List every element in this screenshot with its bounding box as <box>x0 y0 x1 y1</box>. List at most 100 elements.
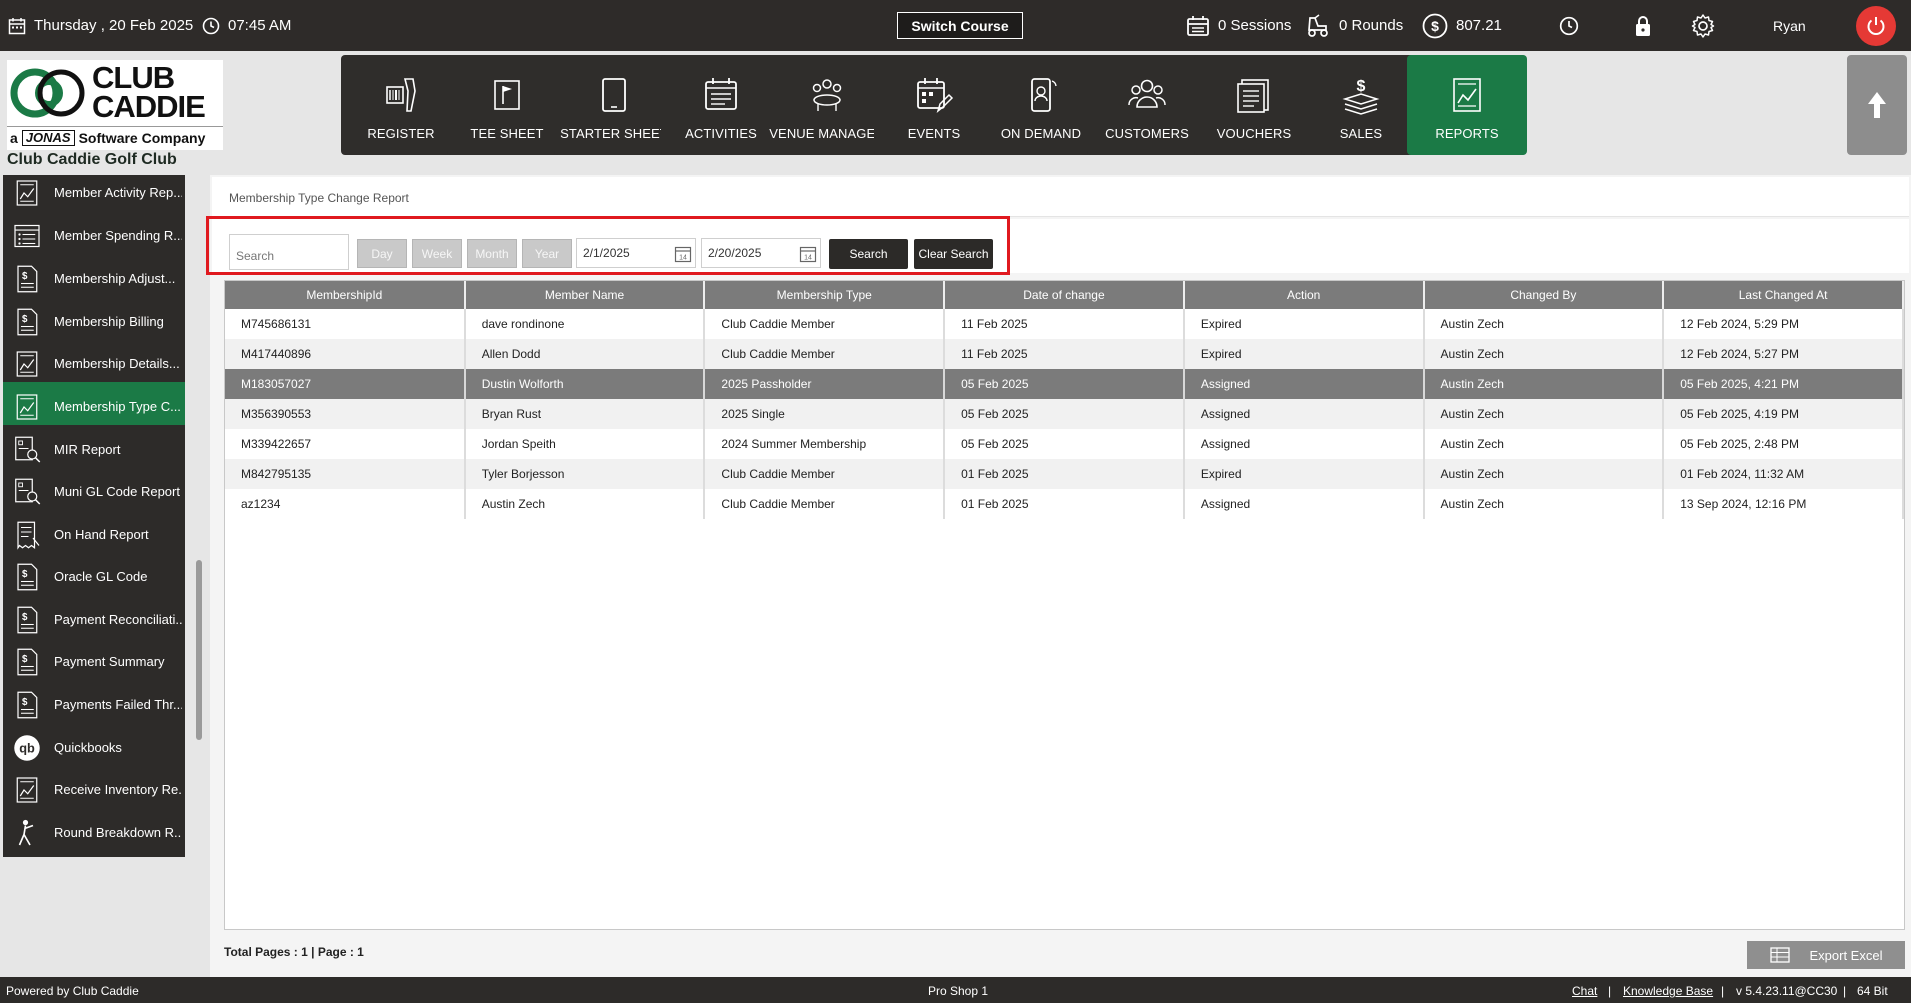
table-row[interactable]: M183057027 Dustin Wolforth 2025 Passholder… <box>225 369 1904 399</box>
footer-separator: | <box>1608 984 1612 998</box>
nav-register[interactable]: REGISTER <box>341 55 461 155</box>
table-row[interactable]: M356390553 Bryan Rust 2025 Single 05 Feb 20… <box>225 399 1904 429</box>
table-cell: M183057027 <box>225 369 466 399</box>
sidebar-item-membership-adjust[interactable]: $ Membership Adjust... <box>3 254 185 303</box>
table-row[interactable]: az1234 Austin Zech Club Caddie Member 01 Fe… <box>225 489 1904 519</box>
clock-icon <box>202 17 220 34</box>
column-header[interactable]: Date of change <box>944 281 1185 309</box>
column-header[interactable]: Action <box>1183 281 1425 309</box>
sidebar-item-round-breakdown-r[interactable]: Round Breakdown R... <box>3 808 185 857</box>
sidebar-item-label: Round Breakdown R... <box>54 825 182 840</box>
history-button[interactable] <box>1559 0 1579 51</box>
sidebar-item-oracle-gl-code[interactable]: $ Oracle GL Code <box>3 552 185 601</box>
nav-tee-sheet[interactable]: TEE SHEET <box>447 55 567 155</box>
day-button[interactable]: Day <box>357 239 407 268</box>
column-header[interactable]: MembershipId <box>225 281 466 309</box>
date-from-field[interactable]: 2/1/2025 14 <box>576 238 696 268</box>
column-header[interactable]: Changed By <box>1423 281 1665 309</box>
scroll-up-button[interactable] <box>1847 55 1907 155</box>
group-table-icon <box>812 79 842 111</box>
sidebar-item-muni-gl-code-report[interactable]: Muni GL Code Report <box>3 467 185 516</box>
sidebar-scroll-thumb[interactable] <box>196 560 202 740</box>
table-cell: Bryan Rust <box>464 399 706 429</box>
balance-indicator[interactable]: $ 807.21 <box>1422 0 1502 51</box>
sidebar-item-label: Member Activity Rep... <box>54 185 182 200</box>
clear-search-button[interactable]: Clear Search <box>914 239 993 269</box>
dollar-doc-icon: $ <box>17 691 38 718</box>
date-to-field[interactable]: 2/20/2025 14 <box>701 238 821 268</box>
nav-on-demand[interactable]: ON DEMAND <box>981 55 1101 155</box>
settings-button[interactable] <box>1690 0 1716 51</box>
nav-activities[interactable]: ACTIVITIES <box>661 55 781 155</box>
sidebar-item-member-spending-r[interactable]: Member Spending R... <box>3 211 185 260</box>
dollar-doc-icon: $ <box>17 606 38 633</box>
nav-sales[interactable]: $ SALES <box>1301 55 1421 155</box>
export-excel-button[interactable]: Export Excel <box>1747 941 1905 969</box>
nav-venue-manager[interactable]: VENUE MANAGER <box>767 55 887 155</box>
table-cell: 11 Feb 2025 <box>944 339 1185 369</box>
year-button[interactable]: Year <box>522 239 572 268</box>
table-row[interactable]: M417440896 Allen Dodd Club Caddie Member 11… <box>225 339 1904 369</box>
sidebar-item-payment-summary[interactable]: $ Payment Summary <box>3 637 185 686</box>
table-cell: 01 Feb 2025 <box>944 459 1185 489</box>
report-sidebar: Member Activity Rep... Member Spending R.… <box>0 175 205 977</box>
logo-prefix: a <box>10 130 18 146</box>
switch-course-button[interactable]: Switch Course <box>897 12 1023 39</box>
list-icon <box>14 224 40 247</box>
search-button[interactable]: Search <box>829 239 908 269</box>
dollar-doc-icon: $ <box>17 308 38 335</box>
svg-text:$: $ <box>22 654 28 665</box>
nav-label: ON DEMAND <box>1000 126 1082 141</box>
table-row[interactable]: M842795135 Tyler Borjesson Club Caddie Mem… <box>225 459 1904 489</box>
column-header[interactable]: Last Changed At <box>1663 281 1904 309</box>
lock-button[interactable] <box>1634 0 1652 51</box>
rounds-indicator[interactable]: 0 Rounds <box>1305 0 1403 51</box>
calendar-icon[interactable]: 14 <box>674 245 692 263</box>
week-button[interactable]: Week <box>412 239 462 268</box>
sidebar-item-receive-inventory-re[interactable]: Receive Inventory Re... <box>3 765 185 814</box>
nav-customers[interactable]: CUSTOMERS <box>1087 55 1207 155</box>
table-cell: Expired <box>1183 459 1425 489</box>
table-cell: 05 Feb 2025, 2:48 PM <box>1663 429 1904 459</box>
table-cell: M842795135 <box>225 459 466 489</box>
membership-change-table: MembershipId Member Name Membership Type Da… <box>225 281 1904 519</box>
sidebar-item-membership-details[interactable]: Membership Details... <box>3 339 185 388</box>
svg-text:qb: qb <box>19 740 35 755</box>
search-input[interactable] <box>229 234 349 270</box>
report-chart-icon <box>16 350 38 377</box>
svg-text:$: $ <box>22 612 28 623</box>
nav-starter-sheet[interactable]: STARTER SHEET <box>554 55 674 155</box>
calendar-icon[interactable]: 14 <box>799 245 817 263</box>
column-header[interactable]: Member Name <box>464 281 706 309</box>
voucher-icon <box>1237 79 1269 113</box>
nav-label: EVENTS <box>907 126 961 141</box>
quickbooks-icon: qb <box>14 734 40 761</box>
table-cell: 05 Feb 2025 <box>944 369 1185 399</box>
table-row[interactable]: M339422657 Jordan Speith 2024 Summer Membe… <box>225 429 1904 459</box>
sidebar-item-membership-type-c[interactable]: Membership Type C... <box>3 382 185 431</box>
column-header[interactable]: Membership Type <box>704 281 946 309</box>
date-display: Thursday , 20 Feb 2025 <box>8 0 193 51</box>
table-cell: Club Caddie Member <box>704 339 946 369</box>
sidebar-item-label: Membership Type C... <box>54 399 181 414</box>
nav-reports[interactable]: REPORTS <box>1407 55 1527 155</box>
table-cell: az1234 <box>225 489 466 519</box>
table-cell: Assigned <box>1183 399 1425 429</box>
table-cell: 12 Feb 2024, 5:29 PM <box>1663 309 1904 339</box>
knowledge-base-link[interactable]: Knowledge Base <box>1623 984 1713 998</box>
month-button[interactable]: Month <box>467 239 517 268</box>
nav-vouchers[interactable]: VOUCHERS <box>1194 55 1314 155</box>
sidebar-item-label: Muni GL Code Report <box>54 484 180 499</box>
sidebar-item-payments-failed-thr[interactable]: $ Payments Failed Thr... <box>3 680 185 729</box>
chat-link[interactable]: Chat <box>1572 984 1597 998</box>
svg-text:14: 14 <box>804 255 812 262</box>
scanner-icon <box>386 78 416 112</box>
table-cell: M417440896 <box>225 339 466 369</box>
table-row[interactable]: M745686131 dave rondinone Club Caddie Memb… <box>225 309 1904 339</box>
nav-events[interactable]: EVENTS <box>874 55 994 155</box>
table-cell: 2025 Passholder <box>704 369 946 399</box>
power-button[interactable] <box>1856 6 1896 46</box>
breadcrumb: Membership Type Change Report <box>229 191 409 205</box>
user-name[interactable]: Ryan <box>1773 0 1806 51</box>
sessions-indicator[interactable]: 0 Sessions <box>1186 0 1291 51</box>
